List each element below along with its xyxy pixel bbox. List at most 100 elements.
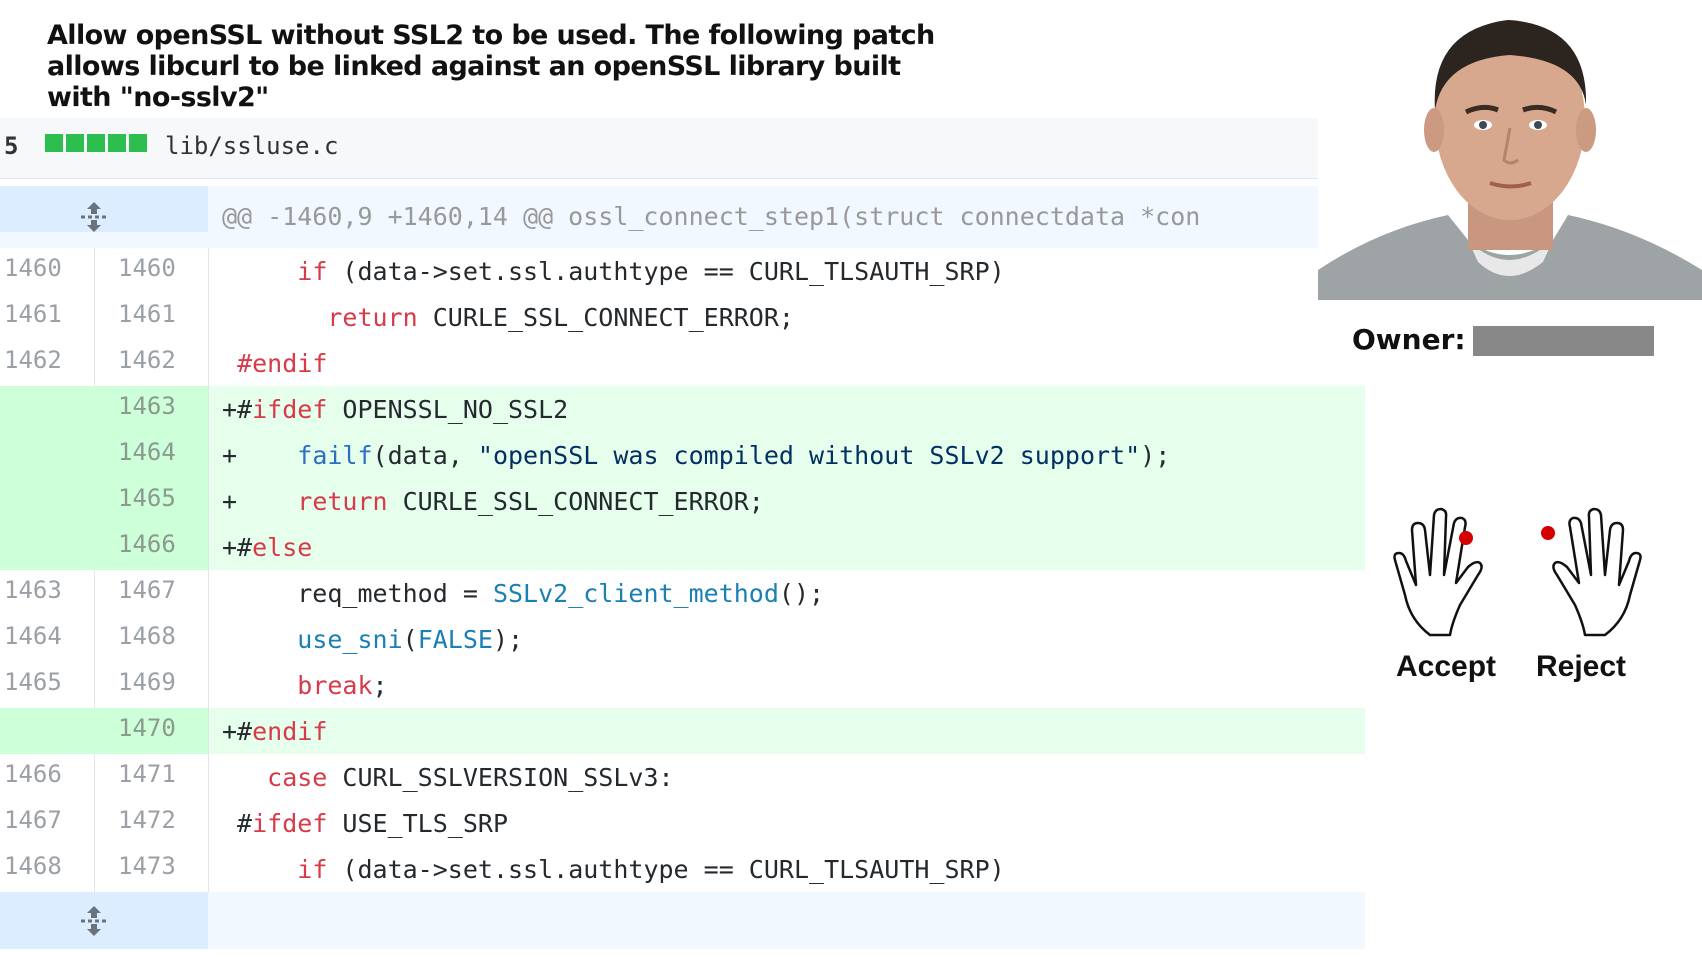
- new-line-number-text: 1473: [118, 852, 176, 880]
- code-token: OPENSSL_NO_SSL2: [327, 395, 569, 424]
- code-line: case CURL_SSLVERSION_SSLv3:: [222, 754, 1365, 800]
- code-token: if: [297, 855, 328, 884]
- accept-label[interactable]: Accept: [1396, 650, 1496, 684]
- commit-message: Allow openSSL without SSL2 to be used. T…: [47, 20, 935, 113]
- context-line-row: 1462 1462 #endif: [0, 340, 1365, 386]
- new-line-number[interactable]: 1462: [94, 340, 209, 386]
- old-line-number-text: 1460: [4, 254, 62, 282]
- new-line-number[interactable]: 1468: [94, 616, 209, 662]
- old-line-number[interactable]: 1465: [0, 662, 95, 708]
- code-line: + failf(data, "openSSL was compiled with…: [222, 432, 1365, 478]
- code-token: endif: [252, 717, 328, 746]
- code-line: break;: [222, 662, 1365, 708]
- old-line-number[interactable]: 1464: [0, 616, 95, 662]
- old-line-number[interactable]: 1462: [0, 340, 95, 386]
- new-line-number[interactable]: 1465: [94, 478, 209, 524]
- expand-down-button[interactable]: [0, 892, 208, 949]
- new-line-number[interactable]: 1470: [94, 708, 209, 754]
- code-token: ifdef: [252, 809, 328, 838]
- code-line: + return CURLE_SSL_CONNECT_ERROR;: [222, 478, 1365, 524]
- old-line-number[interactable]: [0, 524, 95, 570]
- code-line: #endif: [222, 340, 1365, 386]
- new-line-number[interactable]: 1460: [94, 248, 209, 294]
- code-token: "openSSL was compiled without SSLv2 supp…: [477, 441, 1141, 470]
- new-line-number[interactable]: 1463: [94, 386, 209, 432]
- code-token: break: [297, 671, 373, 700]
- new-line-number[interactable]: 1464: [94, 432, 209, 478]
- context-line-row: 1463 1467 req_method = SSLv2_client_metho…: [0, 570, 1365, 616]
- code-token: req_method =: [222, 579, 493, 608]
- old-line-number[interactable]: 1460: [0, 248, 95, 294]
- left-hand-icon[interactable]: [1390, 505, 1520, 640]
- context-line-row: 1465 1469 break;: [0, 662, 1365, 708]
- old-line-number-text: 1465: [4, 668, 62, 696]
- new-line-number-text: 1472: [118, 806, 176, 834]
- new-line-number[interactable]: 1472: [94, 800, 209, 846]
- new-line-number[interactable]: 1471: [94, 754, 209, 800]
- old-line-number-text: 1467: [4, 806, 62, 834]
- code-line: use_sni(FALSE);: [222, 616, 1365, 662]
- new-line-number-text: 1463: [118, 392, 176, 420]
- context-line-row: 1467 1472 #ifdef USE_TLS_SRP: [0, 800, 1365, 846]
- reject-label[interactable]: Reject: [1536, 650, 1626, 684]
- owner-name-redacted: [1473, 326, 1654, 356]
- new-line-number[interactable]: 1473: [94, 846, 209, 892]
- old-line-number[interactable]: [0, 708, 95, 754]
- new-line-number-text: 1468: [118, 622, 176, 650]
- file-name[interactable]: lib/ssluse.c: [165, 132, 338, 160]
- old-line-number[interactable]: 1468: [0, 846, 95, 892]
- code-token: );: [1140, 441, 1171, 470]
- code-token: USE_TLS_SRP: [327, 809, 508, 838]
- old-line-number[interactable]: 1466: [0, 754, 95, 800]
- code-token: CURL_SSLVERSION_SSLv3:: [327, 763, 674, 792]
- new-line-number-text: 1466: [118, 530, 176, 558]
- hunk-footer-row: [0, 892, 1365, 949]
- new-line-number-text: 1471: [118, 760, 176, 788]
- expand-up-button[interactable]: [0, 186, 208, 232]
- old-line-number-text: 1464: [4, 622, 62, 650]
- new-line-number[interactable]: 1467: [94, 570, 209, 616]
- code-token: +: [222, 441, 298, 470]
- old-line-number[interactable]: 1463: [0, 570, 95, 616]
- code-token: (: [402, 625, 418, 654]
- old-line-number[interactable]: 1467: [0, 800, 95, 846]
- code-token: +#: [222, 533, 253, 562]
- context-line-row: 1460 1460 if (data->set.ssl.authtype == C…: [0, 248, 1365, 294]
- code-line: req_method = SSLv2_client_method();: [222, 570, 1365, 616]
- right-hand-icon[interactable]: [1515, 505, 1645, 640]
- new-line-number-text: 1467: [118, 576, 176, 604]
- diffstat-bar: [45, 134, 147, 152]
- code-token: ifdef: [252, 395, 328, 424]
- unfold-icon: [81, 202, 107, 232]
- old-line-number[interactable]: [0, 386, 95, 432]
- code-token: failf: [297, 441, 373, 470]
- code-line: if (data->set.ssl.authtype == CURL_TLSAU…: [222, 846, 1365, 892]
- owner-label: Owner:: [1352, 323, 1466, 356]
- old-line-number[interactable]: 1461: [0, 294, 95, 340]
- old-line-number-text: 1466: [4, 760, 62, 788]
- change-count: 5: [4, 132, 19, 160]
- new-line-number[interactable]: 1461: [94, 294, 209, 340]
- added-line-row: 1466 +#else: [0, 524, 1365, 570]
- hunk-header: @@ -1460,9 +1460,14 @@ ossl_connect_step…: [222, 202, 1201, 231]
- code-line: +#else: [222, 524, 1365, 570]
- old-line-number[interactable]: [0, 478, 95, 524]
- code-line: +#endif: [222, 708, 1365, 754]
- new-line-number[interactable]: 1466: [94, 524, 209, 570]
- old-line-number[interactable]: [0, 432, 95, 478]
- code-line: +#ifdef OPENSSL_NO_SSL2: [222, 386, 1365, 432]
- new-line-number-text: 1469: [118, 668, 176, 696]
- code-token: +#: [222, 395, 253, 424]
- code-token: ;: [372, 671, 388, 700]
- diff-table: @@ -1460,9 +1460,14 @@ ossl_connect_step…: [0, 186, 1365, 949]
- new-line-number[interactable]: 1469: [94, 662, 209, 708]
- code-token: (data->set.ssl.authtype == CURL_TLSAUTH_…: [327, 257, 1005, 286]
- code-token: return: [327, 303, 418, 332]
- file-header[interactable]: 5 lib/ssluse.c: [0, 118, 1322, 179]
- context-line-row: 1464 1468 use_sni(FALSE);: [0, 616, 1365, 662]
